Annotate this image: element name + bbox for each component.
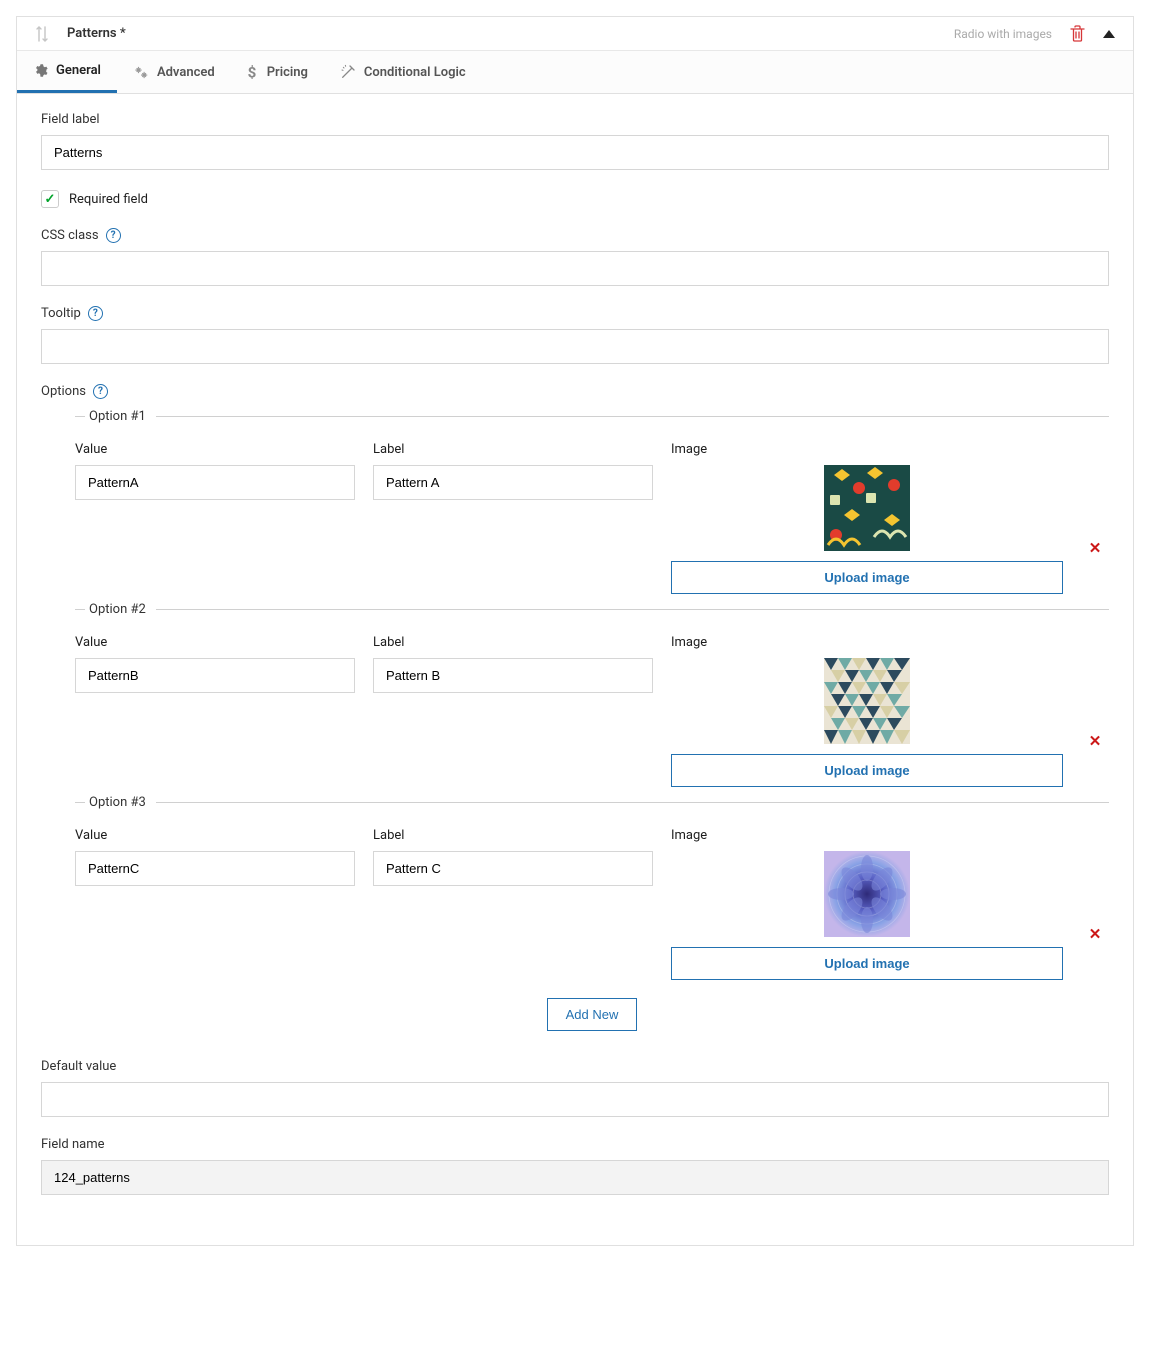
required-checkbox[interactable] — [41, 190, 59, 208]
option-label-input[interactable] — [373, 465, 653, 500]
option-image-thumb — [824, 465, 910, 551]
option-image-thumb — [824, 658, 910, 744]
remove-option-icon[interactable]: ✕ — [1081, 925, 1109, 943]
options-label: Options — [41, 384, 86, 399]
field-label-row: Field label — [41, 112, 1109, 170]
css-class-input[interactable] — [41, 251, 1109, 286]
gear-icon — [33, 63, 48, 78]
option-value-input[interactable] — [75, 851, 355, 886]
css-class-label: CSS class — [41, 228, 99, 243]
field-name-label: Field name — [41, 1137, 1109, 1152]
option-block: Option #1 Value Label Image — [75, 409, 1109, 598]
tab-pricing[interactable]: $ Pricing — [231, 51, 324, 93]
gears-icon — [133, 65, 149, 80]
help-icon[interactable]: ? — [88, 306, 103, 321]
field-config-panel: Patterns * Radio with images General Adv… — [16, 16, 1134, 1246]
image-label: Image — [671, 635, 707, 650]
option-legend: Option #3 — [85, 795, 156, 810]
remove-option-icon[interactable]: ✕ — [1081, 732, 1109, 750]
svg-text:$: $ — [247, 64, 256, 80]
drag-handle-icon[interactable] — [35, 26, 49, 42]
field-name-row: Field name — [41, 1137, 1109, 1195]
option-block: Option #3 Value Label Image — [75, 795, 1109, 984]
option-legend: Option #1 — [85, 409, 156, 424]
required-label: Required field — [69, 192, 148, 207]
field-label-input[interactable] — [41, 135, 1109, 170]
tabs: General Advanced $ Pricing Conditional L… — [17, 51, 1133, 94]
value-label: Value — [75, 635, 355, 650]
tooltip-row: Tooltip ? — [41, 306, 1109, 364]
options-section: Options ? Option #1 Value Label — [41, 384, 1109, 1031]
option-value-input[interactable] — [75, 465, 355, 500]
option-image-thumb — [824, 851, 910, 937]
field-label-label: Field label — [41, 112, 1109, 127]
tab-label: Advanced — [157, 65, 215, 80]
help-icon[interactable]: ? — [106, 228, 121, 243]
panel-title: Patterns * — [67, 26, 126, 41]
default-value-input[interactable] — [41, 1082, 1109, 1117]
tab-label: Pricing — [267, 65, 308, 80]
remove-option-icon[interactable]: ✕ — [1081, 539, 1109, 557]
image-label: Image — [671, 442, 707, 457]
required-row: Required field — [41, 190, 1109, 208]
tooltip-label: Tooltip — [41, 306, 81, 321]
delete-icon[interactable] — [1070, 25, 1085, 42]
label-label: Label — [373, 635, 653, 650]
magic-wand-icon — [340, 64, 356, 80]
default-value-row: Default value — [41, 1059, 1109, 1117]
value-label: Value — [75, 828, 355, 843]
css-class-row: CSS class ? — [41, 228, 1109, 286]
add-new-button[interactable]: Add New — [547, 998, 638, 1031]
dollar-icon: $ — [247, 64, 259, 80]
tab-label: General — [56, 63, 101, 78]
collapse-toggle-icon[interactable] — [1103, 30, 1115, 38]
label-label: Label — [373, 828, 653, 843]
tab-label: Conditional Logic — [364, 65, 466, 80]
option-value-input[interactable] — [75, 658, 355, 693]
option-label-input[interactable] — [373, 851, 653, 886]
tooltip-input[interactable] — [41, 329, 1109, 364]
field-type-label: Radio with images — [954, 27, 1052, 41]
tab-advanced[interactable]: Advanced — [117, 51, 231, 93]
default-value-label: Default value — [41, 1059, 1109, 1074]
panel-body: Field label Required field CSS class ? T… — [17, 94, 1133, 1245]
value-label: Value — [75, 442, 355, 457]
tab-conditional-logic[interactable]: Conditional Logic — [324, 51, 482, 93]
label-label: Label — [373, 442, 653, 457]
upload-image-button[interactable]: Upload image — [671, 561, 1063, 594]
tab-general[interactable]: General — [17, 51, 117, 93]
panel-header: Patterns * Radio with images — [17, 17, 1133, 51]
upload-image-button[interactable]: Upload image — [671, 947, 1063, 980]
field-name-input — [41, 1160, 1109, 1195]
option-legend: Option #2 — [85, 602, 156, 617]
help-icon[interactable]: ? — [93, 384, 108, 399]
option-block: Option #2 Value Label Image — [75, 602, 1109, 791]
upload-image-button[interactable]: Upload image — [671, 754, 1063, 787]
option-label-input[interactable] — [373, 658, 653, 693]
image-label: Image — [671, 828, 707, 843]
